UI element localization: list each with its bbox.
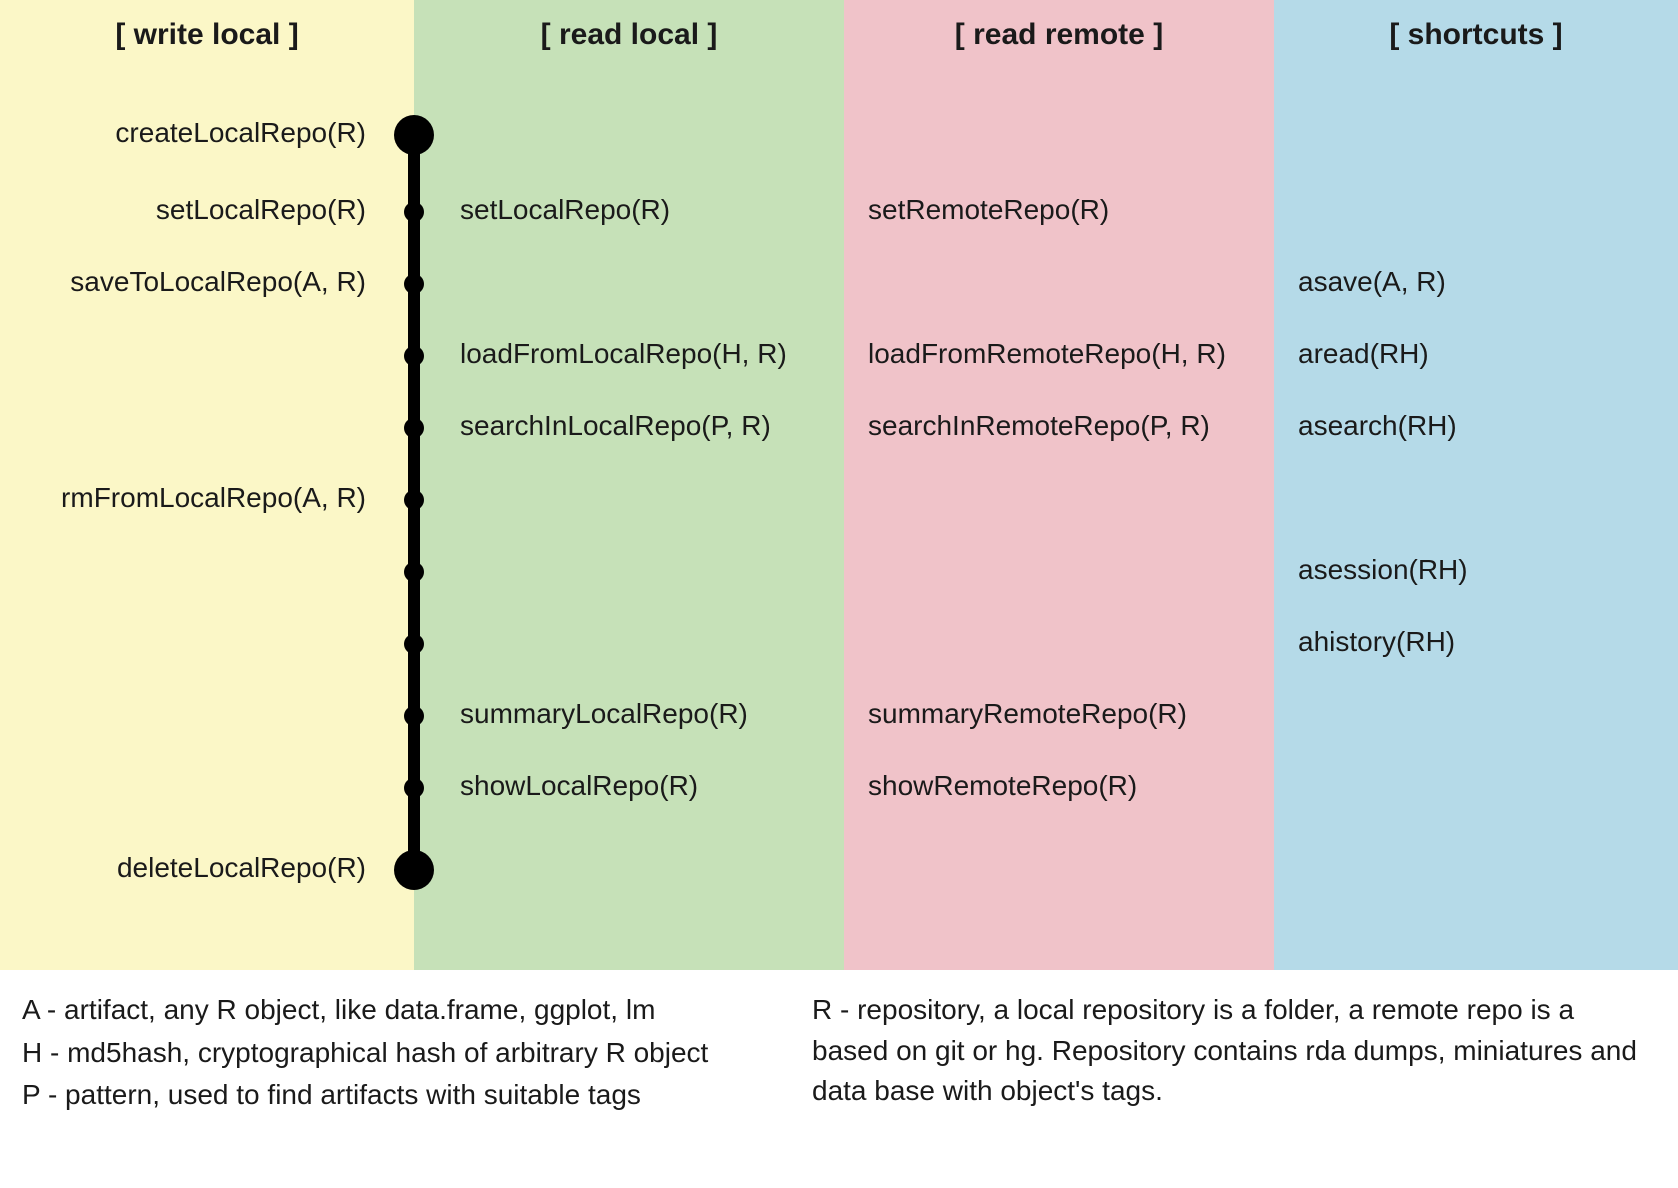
cell-read_remote-4: searchInRemoteRepo(P, R) bbox=[844, 390, 1274, 462]
cell-write_local-5: rmFromLocalRepo(A, R) bbox=[0, 462, 414, 534]
timeline-node-3 bbox=[404, 346, 424, 366]
column-shortcuts: [ shortcuts ] asave(A, R)aread(RH)asearc… bbox=[1274, 0, 1678, 970]
cell-write_local-10: deleteLocalRepo(R) bbox=[0, 822, 414, 914]
header-write-local: [ write local ] bbox=[0, 18, 414, 52]
cell-write_local-0: createLocalRepo(R) bbox=[0, 92, 414, 174]
header-read-remote: [ read remote ] bbox=[844, 18, 1274, 52]
legend-right: R - repository, a local repository is a … bbox=[812, 988, 1656, 1118]
cell-shortcuts-4: asearch(RH) bbox=[1274, 390, 1678, 462]
cell-read_local-9: showLocalRepo(R) bbox=[414, 750, 844, 822]
cell-read_remote-6 bbox=[844, 534, 1274, 606]
column-write-local: [ write local ] createLocalRepo(R)setLoc… bbox=[0, 0, 414, 970]
cell-read_local-2 bbox=[414, 246, 844, 318]
cell-shortcuts-2: asave(A, R) bbox=[1274, 246, 1678, 318]
cell-shortcuts-9 bbox=[1274, 750, 1678, 822]
function-grid: [ write local ] createLocalRepo(R)setLoc… bbox=[0, 0, 1678, 970]
column-read-local: [ read local ] setLocalRepo(R) loadFromLo… bbox=[414, 0, 844, 970]
timeline-bar bbox=[408, 129, 420, 876]
legend-R: R - repository, a local repository is a … bbox=[812, 990, 1656, 1112]
cell-shortcuts-8 bbox=[1274, 678, 1678, 750]
timeline-node-4 bbox=[404, 418, 424, 438]
cell-read_local-6 bbox=[414, 534, 844, 606]
legend-P: P - pattern, used to find artifacts with… bbox=[22, 1075, 742, 1116]
cell-read_local-4: searchInLocalRepo(P, R) bbox=[414, 390, 844, 462]
cell-shortcuts-0 bbox=[1274, 92, 1678, 174]
cell-read_local-1: setLocalRepo(R) bbox=[414, 174, 844, 246]
cell-write_local-7 bbox=[0, 606, 414, 678]
cell-read_local-10 bbox=[414, 822, 844, 914]
legend-H: H - md5hash, cryptographical hash of arb… bbox=[22, 1033, 742, 1074]
cell-read_local-7 bbox=[414, 606, 844, 678]
cell-write_local-2: saveToLocalRepo(A, R) bbox=[0, 246, 414, 318]
timeline-node-5 bbox=[404, 490, 424, 510]
cell-read_remote-2 bbox=[844, 246, 1274, 318]
timeline-node-2 bbox=[404, 274, 424, 294]
cell-read_remote-8: summaryRemoteRepo(R) bbox=[844, 678, 1274, 750]
legend-left: A - artifact, any R object, like data.fr… bbox=[22, 988, 742, 1118]
timeline-node-0 bbox=[394, 115, 434, 155]
cell-read_remote-1: setRemoteRepo(R) bbox=[844, 174, 1274, 246]
cell-shortcuts-1 bbox=[1274, 174, 1678, 246]
cell-write_local-6 bbox=[0, 534, 414, 606]
timeline-node-1 bbox=[404, 202, 424, 222]
timeline-node-9 bbox=[404, 778, 424, 798]
timeline-node-10 bbox=[394, 850, 434, 890]
timeline-node-7 bbox=[404, 634, 424, 654]
cell-read_local-3: loadFromLocalRepo(H, R) bbox=[414, 318, 844, 390]
cell-write_local-9 bbox=[0, 750, 414, 822]
cell-shortcuts-5 bbox=[1274, 462, 1678, 534]
header-read-local: [ read local ] bbox=[414, 18, 844, 52]
cell-shortcuts-7: ahistory(RH) bbox=[1274, 606, 1678, 678]
cell-shortcuts-3: aread(RH) bbox=[1274, 318, 1678, 390]
cell-read_local-0 bbox=[414, 92, 844, 174]
cell-read_remote-10 bbox=[844, 822, 1274, 914]
cell-read_remote-7 bbox=[844, 606, 1274, 678]
cell-shortcuts-6: asession(RH) bbox=[1274, 534, 1678, 606]
cell-write_local-8 bbox=[0, 678, 414, 750]
cell-write_local-3 bbox=[0, 318, 414, 390]
cell-read_remote-5 bbox=[844, 462, 1274, 534]
timeline-node-6 bbox=[404, 562, 424, 582]
cell-write_local-1: setLocalRepo(R) bbox=[0, 174, 414, 246]
header-shortcuts: [ shortcuts ] bbox=[1274, 18, 1678, 52]
timeline-node-8 bbox=[404, 706, 424, 726]
legend-A: A - artifact, any R object, like data.fr… bbox=[22, 990, 742, 1031]
cell-read_local-5 bbox=[414, 462, 844, 534]
cell-read_local-8: summaryLocalRepo(R) bbox=[414, 678, 844, 750]
cell-shortcuts-10 bbox=[1274, 822, 1678, 914]
cell-read_remote-9: showRemoteRepo(R) bbox=[844, 750, 1274, 822]
column-read-remote: [ read remote ] setRemoteRepo(R) loadFrom… bbox=[844, 0, 1274, 970]
legend: A - artifact, any R object, like data.fr… bbox=[0, 970, 1678, 1136]
cell-read_remote-3: loadFromRemoteRepo(H, R) bbox=[844, 318, 1274, 390]
cell-write_local-4 bbox=[0, 390, 414, 462]
cell-read_remote-0 bbox=[844, 92, 1274, 174]
